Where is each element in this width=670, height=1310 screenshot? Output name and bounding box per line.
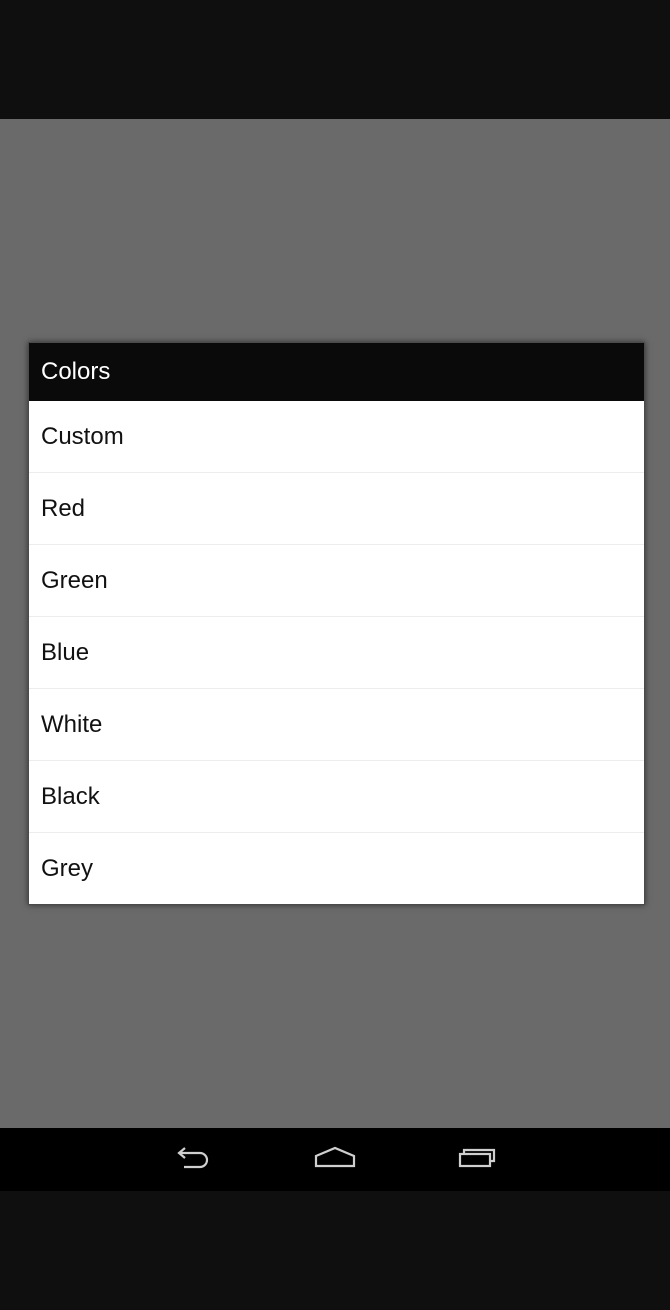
color-option-red[interactable]: Red	[29, 473, 644, 545]
color-option-green[interactable]: Green	[29, 545, 644, 617]
home-icon	[314, 1146, 356, 1173]
home-button[interactable]	[295, 1128, 375, 1191]
bottom-area	[0, 1191, 670, 1310]
recent-apps-icon	[458, 1146, 498, 1173]
top-bar	[0, 0, 670, 119]
recent-apps-button[interactable]	[438, 1128, 518, 1191]
dialog-title: Colors	[29, 343, 644, 401]
color-option-black[interactable]: Black	[29, 761, 644, 833]
back-button[interactable]	[152, 1128, 232, 1191]
navigation-bar	[0, 1128, 670, 1191]
device-screen: Colors Custom Red Green Blue White Black…	[0, 0, 670, 1310]
color-option-custom[interactable]: Custom	[29, 401, 644, 473]
color-option-blue[interactable]: Blue	[29, 617, 644, 689]
color-option-list: Custom Red Green Blue White Black Grey	[29, 401, 644, 905]
color-option-grey[interactable]: Grey	[29, 833, 644, 905]
back-icon	[172, 1145, 212, 1174]
colors-dialog: Colors Custom Red Green Blue White Black…	[28, 342, 645, 905]
color-option-white[interactable]: White	[29, 689, 644, 761]
